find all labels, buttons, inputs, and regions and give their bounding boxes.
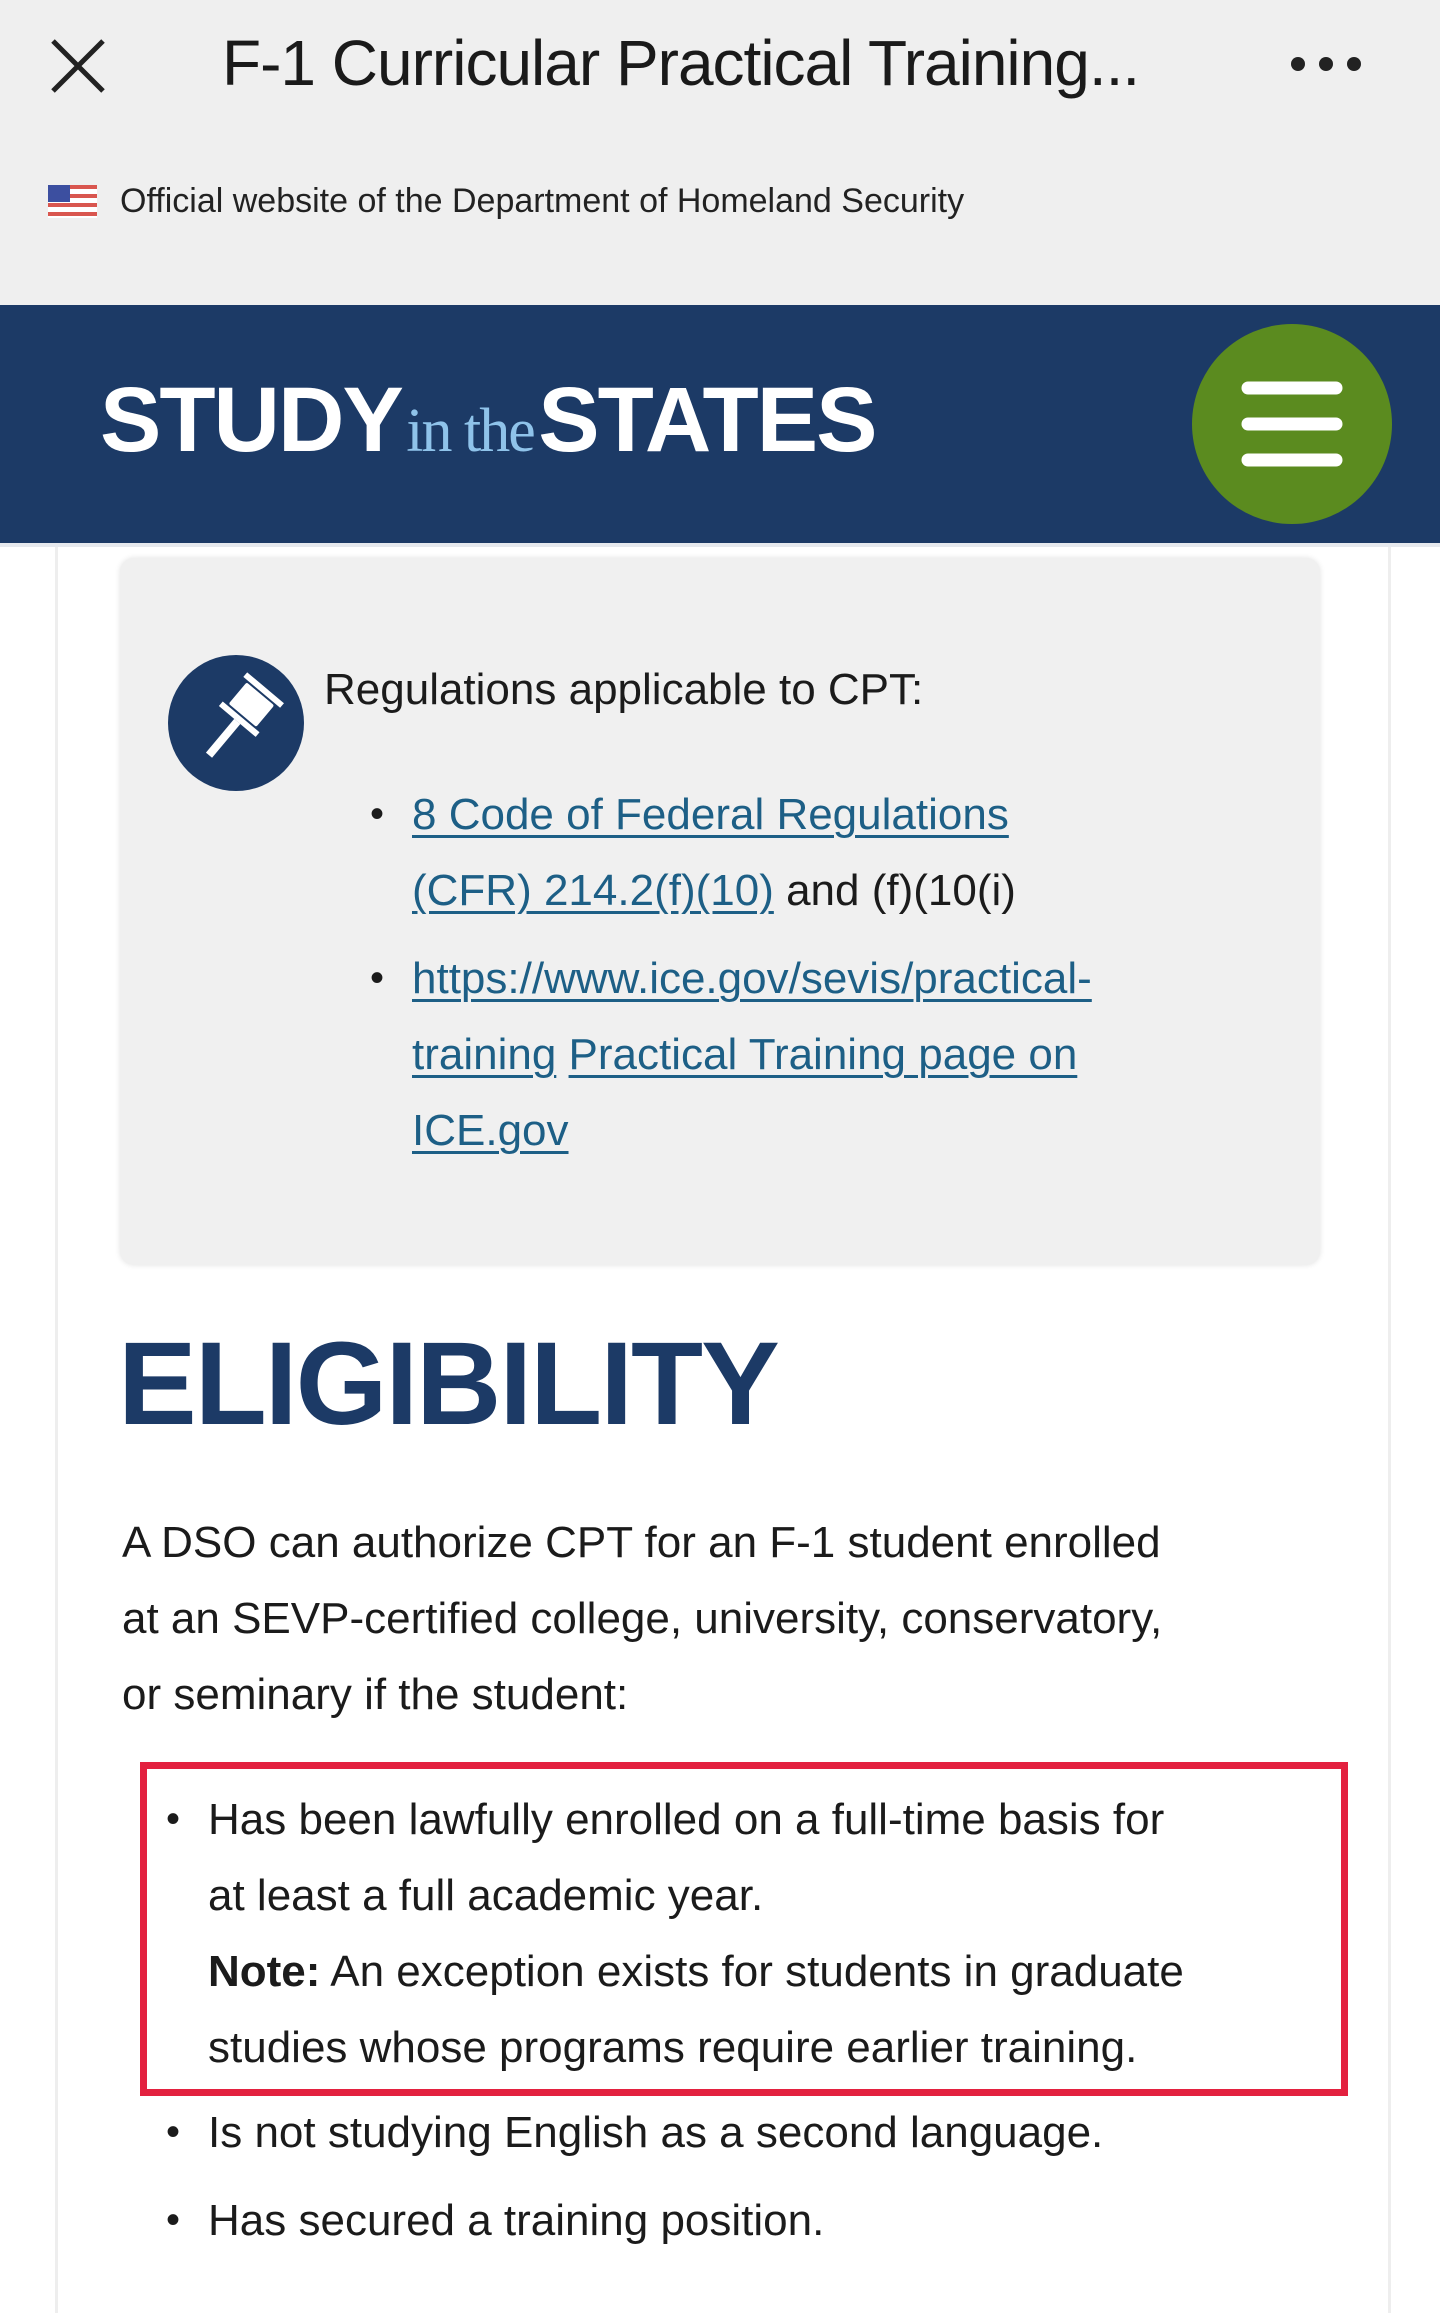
- more-horizontal-icon[interactable]: [1288, 52, 1368, 76]
- ice-url-link-cont[interactable]: training: [412, 1030, 556, 1079]
- practical-training-link[interactable]: Practical Training page on: [569, 1030, 1078, 1079]
- note-line: studies whose programs require earlier t…: [208, 2023, 1138, 2072]
- intro-line: or seminary if the student:: [122, 1670, 629, 1719]
- regulations-heading: Regulations applicable to CPT:: [324, 665, 924, 714]
- note-line: Note: An exception exists for students i…: [208, 1934, 1184, 2010]
- cfr-line2: (CFR) 214.2(f)(10) and (f)(10(i): [412, 853, 1016, 929]
- gavel-icon: [168, 655, 304, 791]
- ice-line2: training Practical Training page on: [412, 1017, 1077, 1093]
- ice-line1: https://www.ice.gov/sevis/practical-: [412, 941, 1092, 1017]
- logo-states: STATES: [538, 369, 877, 471]
- bullet: •: [166, 2198, 181, 2242]
- intro-line: at an SEVP-certified college, university…: [122, 1594, 1163, 1643]
- cfr-link[interactable]: 8 Code of Federal Regulations: [412, 790, 1009, 839]
- bullet: •: [166, 2110, 181, 2154]
- practical-training-link-cont[interactable]: ICE.gov: [412, 1106, 569, 1155]
- logo-study: STUDY: [100, 369, 404, 471]
- cfr-suffix: and (f)(10(i): [773, 866, 1016, 915]
- eligibility-heading: ELIGIBILITY: [118, 1318, 780, 1450]
- page-title: F-1 Curricular Practical Training...: [222, 27, 1140, 99]
- close-icon[interactable]: [48, 36, 108, 96]
- menu-button[interactable]: [1192, 324, 1392, 524]
- cfr-link-line1: 8 Code of Federal Regulations: [412, 777, 1009, 853]
- us-flag-icon: [48, 185, 97, 218]
- eligibility-item-line: Is not studying English as a second lang…: [208, 2108, 1104, 2157]
- ice-line3: ICE.gov: [412, 1093, 569, 1169]
- eligibility-item-line: at least a full academic year.: [208, 1871, 764, 1920]
- bullet: •: [166, 1797, 181, 1841]
- logo-in-the: in the: [406, 397, 535, 465]
- intro-line: A DSO can authorize CPT for an F-1 stude…: [122, 1518, 1161, 1567]
- eligibility-item-line: Has been lawfully enrolled on a full-tim…: [208, 1795, 1165, 1844]
- bullet: •: [370, 792, 385, 836]
- official-site-banner: Official website of the Department of Ho…: [120, 182, 965, 220]
- hamburger-menu-icon: [1241, 381, 1343, 467]
- eligibility-item-line: Has secured a training position.: [208, 2196, 825, 2245]
- site-logo[interactable]: STUDY in the STATES: [100, 368, 877, 473]
- ice-url-link[interactable]: https://www.ice.gov/sevis/practical-: [412, 954, 1092, 1003]
- note-label: Note:: [208, 1947, 321, 1996]
- bullet: •: [370, 956, 385, 1000]
- cfr-link-cont[interactable]: (CFR) 214.2(f)(10): [412, 866, 774, 915]
- note-text: An exception exists for students in grad…: [320, 1947, 1184, 1996]
